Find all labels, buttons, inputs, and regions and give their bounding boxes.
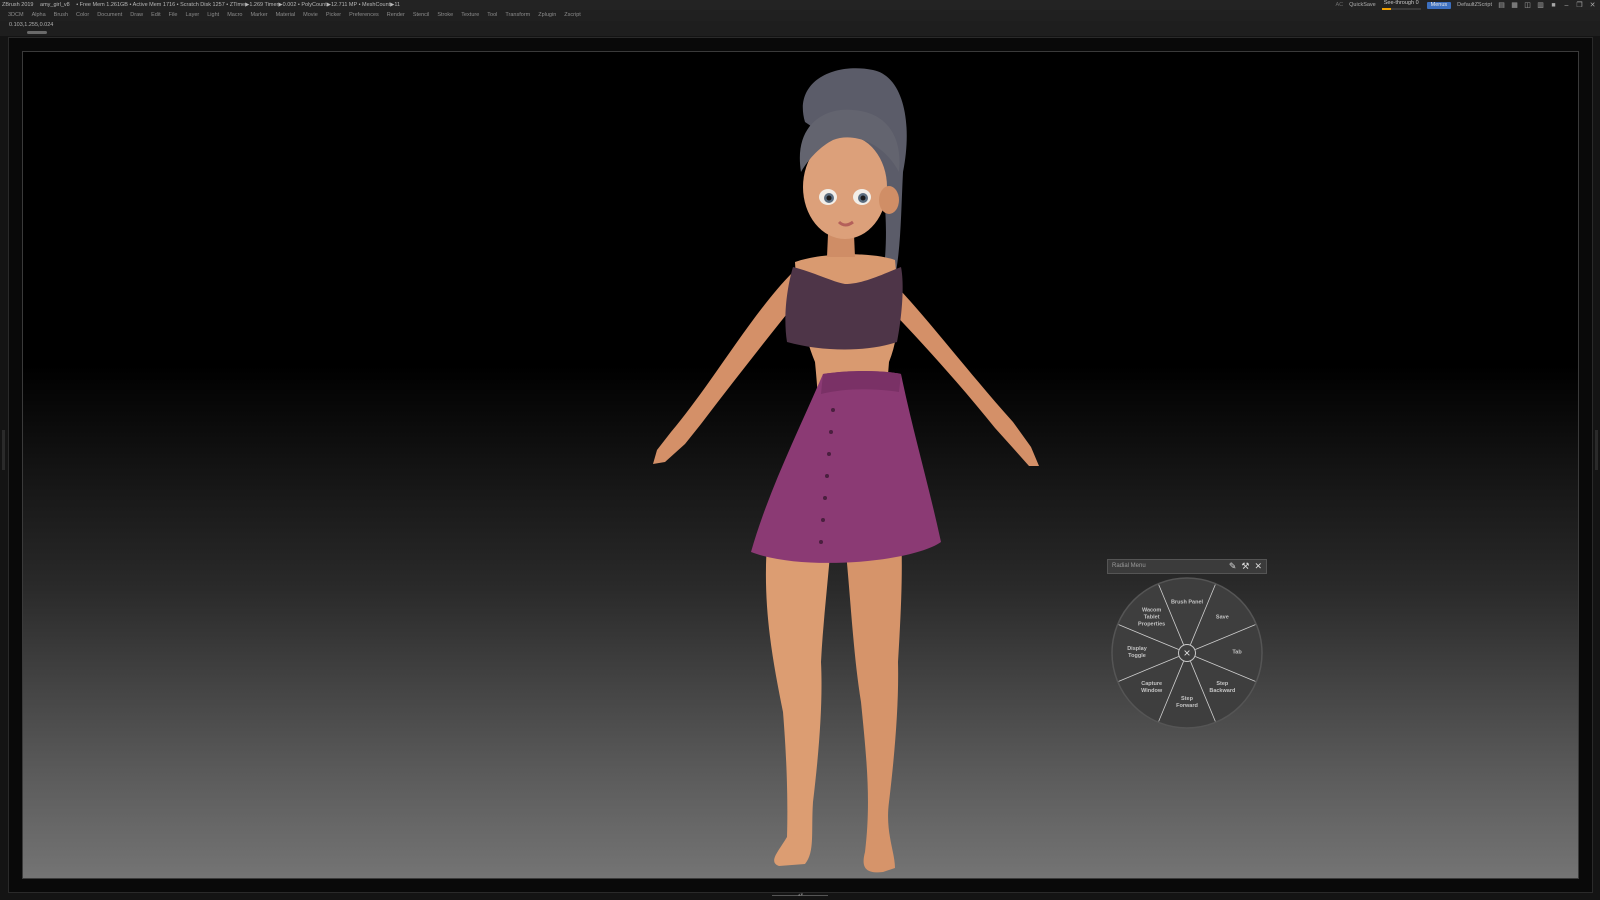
radial-menu-header[interactable]: Radial Menu ✎ ⚒ ✕ [1107, 559, 1267, 574]
radial-menu-title: Radial Menu [1112, 563, 1146, 569]
radial-item-brush-panel[interactable]: Brush Panel [1171, 600, 1203, 607]
restore-icon[interactable]: ❐ [1576, 2, 1583, 9]
radial-item-display-toggle[interactable]: Display Toggle [1127, 646, 1147, 660]
menu-bar: 3DCM Alpha Brush Color Document Draw Edit File L… [0, 10, 1600, 21]
radial-item-save[interactable]: Save [1216, 614, 1229, 621]
close-icon[interactable]: ✕ [1589, 2, 1596, 9]
radial-item-capture-window[interactable]: Capture Window [1141, 681, 1162, 695]
layout-icon[interactable]: ▤ [1498, 2, 1505, 9]
radial-menu-wheel: × Brush Panel Save Tab Step Backward Step Fo… [1110, 576, 1264, 730]
shelf-scroll-handle[interactable] [27, 31, 47, 34]
left-leg [765, 532, 831, 866]
menu-alpha[interactable]: Alpha [32, 12, 46, 18]
bottom-tray-handle[interactable]: ▴▾ [772, 892, 828, 900]
menu-macro[interactable]: Macro [227, 12, 242, 18]
layout2-icon[interactable]: ▦ [1511, 2, 1518, 9]
pin-icon[interactable]: ✎ [1229, 560, 1237, 573]
title-right: AC QuickSave See-through 0 Menus Default… [1336, 0, 1597, 10]
left-arm [653, 272, 803, 464]
see-through-slider[interactable]: See-through 0 [1381, 0, 1421, 10]
tray-icon[interactable]: ▥ [1537, 2, 1544, 9]
app-title: ZBrush 2019 [2, 2, 34, 8]
menu-picker[interactable]: Picker [326, 12, 341, 18]
dock-icon[interactable]: ◫ [1524, 2, 1531, 9]
info-bar: 0.103,1.255,0.024 [0, 21, 1600, 36]
skirt [751, 371, 941, 563]
menu-movie[interactable]: Movie [303, 12, 318, 18]
radial-item-tab[interactable]: Tab [1232, 650, 1241, 657]
menu-3dcm[interactable]: 3DCM [8, 12, 24, 18]
ear [879, 186, 899, 214]
menu-marker[interactable]: Marker [250, 12, 267, 18]
menu-brush[interactable]: Brush [54, 12, 68, 18]
menu-edit[interactable]: Edit [151, 12, 160, 18]
menu-zscript[interactable]: Zscript [564, 12, 581, 18]
menu-layer[interactable]: Layer [185, 12, 199, 18]
radial-menu-controls: ✎ ⚒ ✕ [1229, 560, 1262, 573]
menus-button[interactable]: Menus [1426, 1, 1452, 9]
menu-light[interactable]: Light [207, 12, 219, 18]
memory-stats: • Free Mem 1.261GB • Active Mem 1716 • S… [76, 2, 401, 8]
menu-document[interactable]: Document [97, 12, 122, 18]
close-icon[interactable]: ✕ [1254, 560, 1262, 573]
menu-color[interactable]: Color [76, 12, 89, 18]
radial-close-icon[interactable]: × [1178, 644, 1196, 662]
quicksave-button[interactable]: QuickSave [1349, 0, 1376, 10]
menu-texture[interactable]: Texture [461, 12, 479, 18]
document-title: amy_girl_v8 [40, 2, 70, 8]
right-leg [845, 532, 902, 873]
document-viewport[interactable] [22, 51, 1579, 879]
wrench-icon[interactable]: ⚒ [1241, 560, 1249, 573]
default-zscript-button[interactable]: DefaultZScript [1457, 0, 1492, 10]
menu-tool[interactable]: Tool [487, 12, 497, 18]
left-pupil [826, 195, 832, 201]
menu-stencil[interactable]: Stencil [413, 12, 430, 18]
radial-item-step-forward[interactable]: Step Forward [1176, 696, 1198, 710]
cursor-coordinates: 0.103,1.255,0.024 [9, 22, 54, 28]
see-through-label: See-through [1383, 0, 1415, 6]
menu-stroke[interactable]: Stroke [437, 12, 453, 18]
menu-file[interactable]: File [169, 12, 178, 18]
left-tray-handle[interactable] [2, 430, 5, 470]
menu-material[interactable]: Material [276, 12, 296, 18]
menu-draw[interactable]: Draw [130, 12, 143, 18]
title-left: ZBrush 2019 amy_girl_v8 • Free Mem 1.261… [2, 0, 405, 10]
menu-render[interactable]: Render [387, 12, 405, 18]
radial-item-step-backward[interactable]: Step Backward [1209, 681, 1235, 695]
radial-item-wacom-tablet-properties[interactable]: Wacom Tablet Properties [1138, 607, 1165, 628]
title-bar: ZBrush 2019 amy_girl_v8 • Free Mem 1.261… [0, 0, 1600, 10]
menu-preferences[interactable]: Preferences [349, 12, 379, 18]
menu-zplugin[interactable]: Zplugin [538, 12, 556, 18]
minimize-icon[interactable]: – [1563, 2, 1570, 9]
menu-transform[interactable]: Transform [505, 12, 530, 18]
see-through-value: 0 [1415, 0, 1419, 6]
right-pupil [860, 195, 866, 201]
right-tray-handle[interactable] [1595, 430, 1598, 470]
lock-icon[interactable]: ■ [1550, 2, 1557, 9]
ac-button[interactable]: AC [1336, 0, 1344, 10]
character-model[interactable] [583, 62, 1103, 879]
